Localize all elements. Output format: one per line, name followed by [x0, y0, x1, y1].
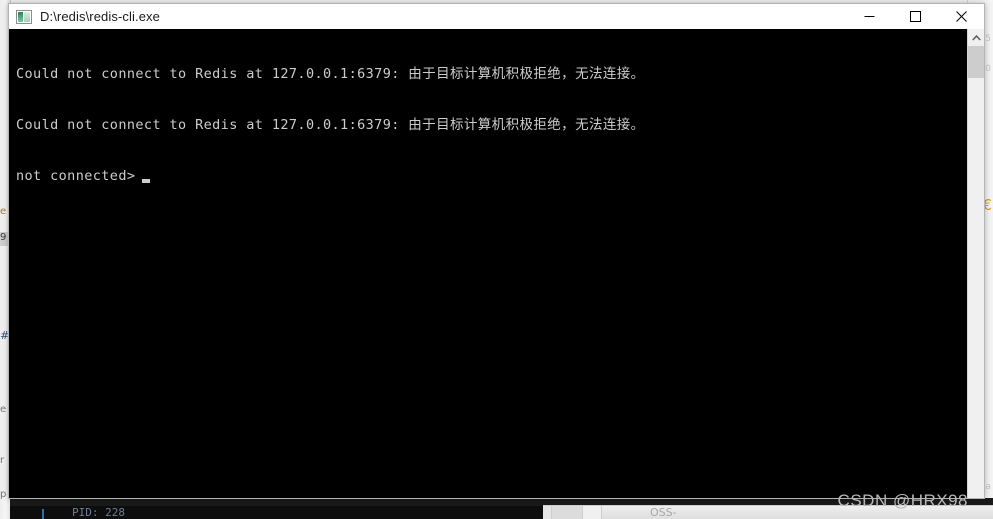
redis-cli-console-window: D:\redis\redis-cli.exe Could not connect… — [8, 3, 985, 499]
console-output-area[interactable]: Could not connect to Redis at 127.0.0.1:… — [9, 29, 984, 498]
window-titlebar[interactable]: D:\redis\redis-cli.exe — [9, 4, 984, 29]
console-prompt-line: not connected> — [16, 168, 967, 185]
background-oss-label: OSS- — [650, 506, 677, 519]
text-cursor — [142, 178, 151, 183]
close-icon — [955, 11, 967, 22]
console-line: Could not connect to Redis at 127.0.0.1:… — [16, 66, 645, 82]
scrollbar-thumb[interactable] — [968, 46, 984, 78]
background-right-mark: 5 — [985, 34, 991, 44]
close-button[interactable] — [938, 4, 984, 29]
taskbar-segment — [543, 506, 552, 519]
background-pid-label: PID: 228 — [72, 506, 125, 519]
window-title: D:\redis\redis-cli.exe — [40, 9, 160, 24]
scrollbar-track[interactable] — [968, 46, 984, 498]
background-right-mark: 0 — [985, 64, 991, 74]
taskbar-segment — [583, 506, 602, 519]
console-text-buffer: Could not connect to Redis at 127.0.0.1:… — [9, 29, 967, 498]
console-prompt: not connected> — [16, 168, 136, 184]
maximize-button[interactable] — [892, 4, 938, 29]
maximize-icon — [909, 11, 921, 22]
status-divider — [42, 509, 44, 519]
console-app-icon — [16, 9, 32, 24]
console-scrollbar[interactable] — [967, 29, 984, 498]
background-taskbar-strip — [543, 505, 993, 519]
window-controls — [846, 4, 984, 29]
minimize-icon — [864, 16, 874, 17]
minimize-button[interactable] — [846, 4, 892, 29]
console-line: Could not connect to Redis at 127.0.0.1:… — [16, 117, 645, 133]
taskbar-segment — [552, 506, 583, 519]
scrollbar-up-button[interactable] — [968, 29, 984, 46]
chevron-up-icon — [971, 34, 981, 41]
background-app-status-bar: PID: 228 OSS- — [10, 498, 993, 519]
screenshot-root: e 9 # e r p 5 0 € la PID: 228 OSS- D:\re… — [0, 0, 993, 519]
